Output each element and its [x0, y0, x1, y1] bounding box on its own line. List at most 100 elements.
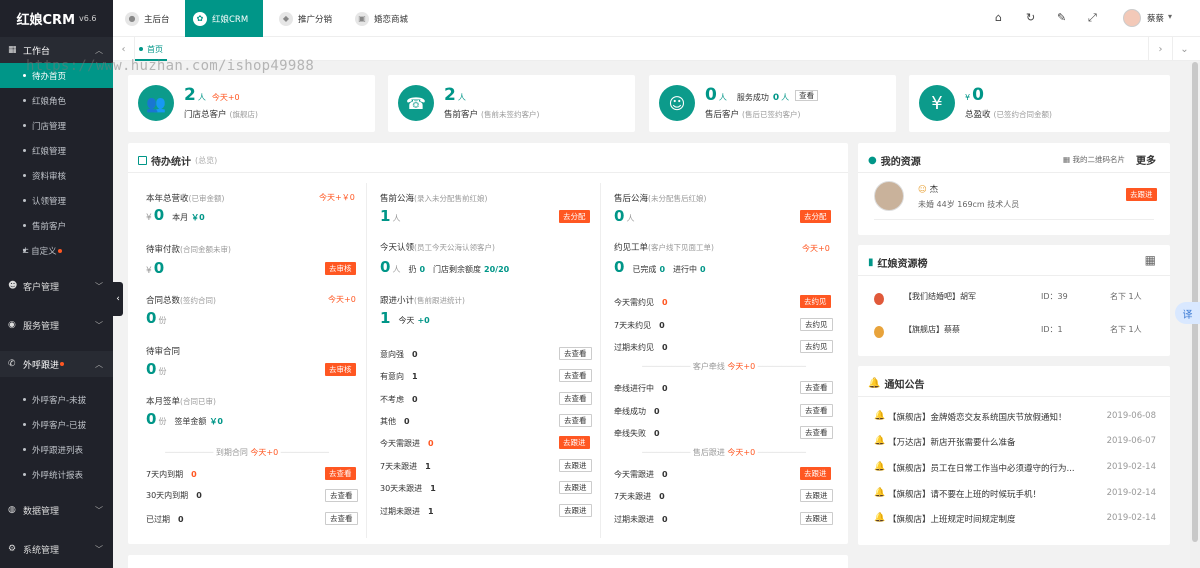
theme-icon[interactable]: ✎ — [1057, 11, 1066, 24]
view-button[interactable]: 查看 — [795, 89, 819, 101]
flower-icon: ✿ — [193, 11, 207, 26]
follow-resource-button[interactable]: 去跟进 — [1126, 188, 1157, 201]
line-doing-button[interactable]: 去查看 — [800, 381, 833, 394]
ranking-row[interactable]: 【旗舰店】蔡蔡 ID：1 名下 1人 — [874, 324, 1154, 344]
sidebar-item-profile-review[interactable]: 资料审核 — [0, 163, 113, 188]
page-tab-label: 首页 — [147, 44, 163, 54]
sidebar-item-label: 外呼统计报表 — [32, 470, 84, 481]
row-label: 今天需约见 — [614, 298, 654, 307]
resource-avatar[interactable] — [874, 181, 904, 211]
tab-main-backend[interactable]: ● 主后台 — [117, 0, 178, 37]
menu-system[interactable]: ⚙ 系统管理 ﹀ — [0, 536, 113, 562]
notice-text: 【万达店】新店开张需要什么准备 — [888, 438, 1016, 448]
menu-label: 数据管理 — [23, 506, 60, 517]
row-value: 0 — [654, 407, 660, 416]
tabs-scroll-right[interactable]: › — [1148, 37, 1172, 61]
section-increment: 今天+0 — [727, 448, 756, 457]
view-intent-none-button[interactable]: 去查看 — [559, 392, 592, 405]
view-expired-button[interactable]: 去查看 — [325, 512, 358, 525]
home-icon[interactable]: ⌂ — [995, 11, 1002, 24]
view-7days-button[interactable]: 去查看 — [325, 467, 356, 480]
menu-label: 服务管理 — [23, 321, 60, 332]
sidebar-item-call-undialed[interactable]: 外呼客户-未拔 — [0, 387, 113, 412]
tab-crm[interactable]: ✿ 红娘CRM — [185, 0, 263, 37]
view-intent-strong-button[interactable]: 去查看 — [559, 347, 592, 360]
line-success-button[interactable]: 去查看 — [800, 404, 833, 417]
sidebar-item-matchmaker-role[interactable]: 红娘角色 — [0, 88, 113, 113]
unit: 人 — [392, 214, 401, 223]
section-increment: 今天+0 — [727, 362, 756, 371]
service-success-unit: 人 — [781, 93, 790, 102]
chevron-down-icon[interactable]: ▾ — [1168, 12, 1172, 21]
sidebar-item-call-follow[interactable]: 外呼跟进列表 — [0, 437, 113, 462]
label-text: 合同总数 — [146, 296, 181, 306]
month-sign-label: 本月签单(合同已审) — [146, 395, 216, 407]
app-logo[interactable]: 红娘CRM v6.6 — [0, 0, 113, 37]
notice-item[interactable]: 🔔 【旗舰店】员工在日常工作当中必须遵守的行为... 2019-02-14 — [874, 462, 1156, 476]
follow-7days-button[interactable]: 去跟进 — [559, 459, 592, 472]
menu-service[interactable]: ◉ 服务管理 ﹀ — [0, 312, 113, 338]
tabs-menu[interactable]: ⌄ — [1172, 37, 1196, 61]
after-today-button[interactable]: 去跟进 — [800, 467, 831, 480]
notice-item[interactable]: 🔔 【万达店】新店开张需要什么准备 2019-06-07 — [874, 436, 1156, 450]
tab-label: 婚恋商城 — [374, 14, 409, 25]
menu-call[interactable]: ✆ 外呼跟进 ︿ — [0, 351, 113, 377]
sidebar-item-custom[interactable]: ± 自定义 — [0, 238, 113, 263]
follow-today-button[interactable]: 去跟进 — [559, 436, 590, 449]
meet-expired-button[interactable]: 去约见 — [800, 340, 833, 353]
row-label: 牵线失败 — [614, 429, 646, 438]
notice-item[interactable]: 🔔 【旗舰店】请不要在上班的时候玩手机！ 2019-02-14 — [874, 488, 1156, 502]
sidebar-item-matchmaker-manage[interactable]: 红娘管理 — [0, 138, 113, 163]
ranking-row[interactable]: 【我们结婚吧】胡军 ID：39 名下 1人 — [874, 291, 1154, 311]
notice-item[interactable]: 🔔 【旗舰店】金牌婚恋交友系统国庆节放假通知！ 2019-06-08 — [874, 411, 1156, 425]
review-contract-button[interactable]: 去审核 — [325, 363, 356, 376]
user-name[interactable]: 蔡蔡 — [1147, 12, 1164, 24]
qr-card-link[interactable]: ▦ 我的二维码名片 — [1063, 154, 1125, 165]
after-expired-button[interactable]: 去跟进 — [800, 512, 833, 525]
ranking-name: 【我们结婚吧】胡军 — [904, 292, 976, 301]
meet-today-button[interactable]: 去约见 — [800, 295, 831, 308]
follow-expired-button[interactable]: 去跟进 — [559, 504, 592, 517]
notice-item[interactable]: 🔔 【旗舰店】上班规定时间规定制度 2019-02-14 — [874, 513, 1156, 527]
stat-label: 售后客户 (售后已签约客户) — [705, 108, 800, 120]
view-intent-other-button[interactable]: 去查看 — [559, 414, 592, 427]
sidebar-collapse-toggle[interactable]: ‹ — [113, 282, 123, 316]
sidebar-item-presale-customer[interactable]: 售前客户 — [0, 213, 113, 238]
users-icon: 👥 — [138, 85, 174, 121]
row-label: 过期未跟进 — [614, 515, 654, 524]
fullscreen-icon[interactable]: ⤢ — [1088, 11, 1097, 25]
qrcode-icon[interactable]: ▦ — [1145, 253, 1156, 267]
user-avatar[interactable] — [1123, 9, 1141, 27]
refresh-icon[interactable]: ↻ — [1026, 11, 1035, 24]
after-7days-button[interactable]: 去跟进 — [800, 489, 833, 502]
view-30days-button[interactable]: 去查看 — [325, 489, 358, 502]
card-title: ▮ 红娘资源榜 — [868, 255, 928, 270]
review-payment-button[interactable]: 去审核 — [325, 262, 356, 275]
sidebar-item-store-manage[interactable]: 门店管理 — [0, 113, 113, 138]
sidebar-item-label: 售前客户 — [32, 221, 67, 232]
stat-num: 2 — [444, 85, 456, 105]
more-link[interactable]: 更多 — [1136, 152, 1156, 167]
line-failed-button[interactable]: 去查看 — [800, 426, 833, 439]
row-value: 1 — [425, 462, 431, 471]
sidebar-item-call-report[interactable]: 外呼统计报表 — [0, 462, 113, 487]
tab-promotion[interactable]: ◆ 推广分销 — [271, 0, 340, 37]
assign-presale-button[interactable]: 去分配 — [559, 210, 590, 223]
line-success: 牵线成功 0 — [614, 406, 660, 417]
menu-data[interactable]: ◍ 数据管理 ﹀ — [0, 497, 113, 523]
yen-icon: ¥ — [919, 85, 955, 121]
follow-30days-button[interactable]: 去跟进 — [559, 481, 592, 494]
label-note: (员工今天公海认领客户) — [414, 243, 495, 252]
menu-customer[interactable]: ☻ 客户管理 ﹀ — [0, 273, 113, 299]
translate-button[interactable]: 译 — [1175, 302, 1200, 324]
tab-mall[interactable]: ▣ 婚恋商城 — [347, 0, 416, 37]
month-sign-value: 0 份签单金额 ￥0 — [146, 410, 223, 428]
resource-name[interactable]: ☺ 杰 — [918, 183, 938, 195]
after-today: 今天需跟进 0 — [614, 469, 668, 480]
meet-7days-button[interactable]: 去约见 — [800, 318, 833, 331]
assign-aftersale-button[interactable]: 去分配 — [800, 210, 831, 223]
sidebar-item-claim-manage[interactable]: 认领管理 — [0, 188, 113, 213]
contract-total-label: 合同总数(签约合同) — [146, 294, 216, 306]
view-intent-some-button[interactable]: 去查看 — [559, 369, 592, 382]
sidebar-item-call-dialed[interactable]: 外呼客户-已拔 — [0, 412, 113, 437]
